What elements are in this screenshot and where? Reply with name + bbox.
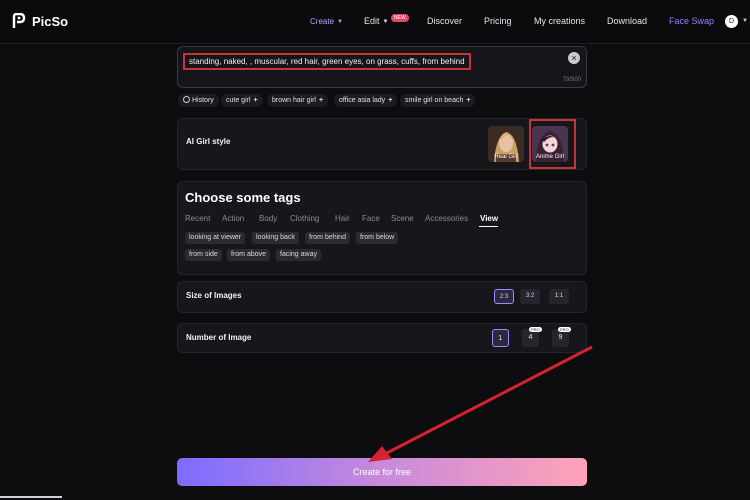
tab-body[interactable]: Body: [259, 214, 277, 223]
nav-edit[interactable]: Edit ▼: [364, 16, 388, 26]
style-card: AI Girl style: [177, 118, 587, 170]
pro-badge: PRO: [529, 327, 542, 332]
top-navigation-bar: PicSo Create ▼ Edit ▼ NEW Discover Pricing…: [0, 0, 750, 44]
tab-hair[interactable]: Hair: [335, 214, 350, 223]
close-icon[interactable]: ×: [568, 52, 580, 64]
chevron-down-icon[interactable]: ▼: [742, 18, 748, 24]
history-label: History: [192, 97, 214, 104]
nav-edit-label: Edit: [364, 16, 380, 26]
chevron-down-icon: ▼: [337, 18, 343, 25]
new-badge: NEW: [391, 14, 409, 22]
pro-badge: PRO: [558, 327, 571, 332]
tag-chip[interactable]: from below: [356, 232, 399, 244]
nav-pricing[interactable]: Pricing: [484, 16, 512, 26]
tag-chip[interactable]: from above: [227, 249, 271, 261]
number-label: Number of Image: [186, 333, 252, 342]
style-label: AI Girl style: [186, 137, 231, 146]
tag-chip[interactable]: facing away: [276, 249, 321, 261]
tab-view[interactable]: View: [480, 214, 498, 223]
prompt-textarea[interactable]: standing, naked, , muscular, red hair, g…: [177, 46, 587, 88]
size-label: Size of Images: [186, 291, 242, 300]
create-button[interactable]: Create for free: [177, 458, 587, 486]
ratio-option-1-1[interactable]: 1:1: [549, 289, 569, 304]
nav-create[interactable]: Create ▼: [310, 17, 343, 26]
nav-face-swap[interactable]: Face Swap: [669, 16, 714, 26]
ratio-option-2-3[interactable]: 2:3: [494, 289, 514, 304]
prompt-value[interactable]: standing, naked, , muscular, red hair, g…: [183, 53, 471, 70]
nav-download[interactable]: Download: [607, 16, 647, 26]
tab-clothing[interactable]: Clothing: [290, 214, 319, 223]
character-counter: 79/500: [562, 77, 581, 83]
tags-title: Choose some tags: [185, 190, 301, 205]
tab-accessories[interactable]: Accessories: [425, 214, 468, 223]
brand-logo[interactable]: PicSo: [12, 13, 68, 29]
tag-chip[interactable]: looking at viewer: [185, 232, 246, 244]
nav-my-creations[interactable]: My creations: [534, 16, 585, 26]
user-avatar[interactable]: D: [725, 15, 738, 28]
tab-action[interactable]: Action: [222, 214, 244, 223]
tab-face[interactable]: Face: [362, 214, 380, 223]
plus-icon: +: [318, 97, 324, 104]
tab-recent[interactable]: Recent: [185, 214, 210, 223]
suggestion-chip[interactable]: office asia lady +: [334, 94, 398, 107]
history-button[interactable]: History: [178, 94, 219, 107]
style-option-label: Real Girl: [494, 154, 518, 160]
clock-icon: [183, 96, 190, 103]
picso-logo-icon: [12, 13, 26, 28]
suggestion-chip[interactable]: smile girl on beach +: [400, 94, 476, 107]
scroll-progress-bar: [0, 496, 62, 498]
brand-name: PicSo: [32, 13, 69, 29]
suggestion-chip[interactable]: cute girl +: [221, 94, 263, 107]
tag-chip[interactable]: from behind: [305, 232, 350, 244]
suggestion-chip[interactable]: brown hair girl +: [267, 94, 329, 107]
nav-create-label: Create: [310, 17, 335, 26]
count-option-1[interactable]: 1: [492, 329, 509, 347]
suggestion-label: cute girl: [226, 97, 251, 104]
annotation-highlight: [529, 119, 576, 169]
suggestion-label: office asia lady: [339, 97, 386, 104]
suggestion-label: smile girl on beach: [405, 97, 464, 104]
nav-discover[interactable]: Discover: [427, 16, 462, 26]
style-option-real-girl[interactable]: Real Girl: [488, 126, 524, 162]
tag-chip[interactable]: from side: [185, 249, 222, 261]
tab-scene[interactable]: Scene: [391, 214, 414, 223]
tag-chip[interactable]: looking back: [252, 232, 299, 244]
plus-icon: +: [466, 97, 471, 104]
plus-icon: +: [253, 97, 258, 104]
ratio-option-3-2[interactable]: 3:2: [520, 289, 540, 304]
active-tab-indicator: [479, 226, 498, 227]
plus-icon: +: [388, 97, 393, 104]
suggestion-label: brown hair girl: [272, 97, 316, 104]
chevron-down-icon: ▼: [382, 18, 389, 25]
